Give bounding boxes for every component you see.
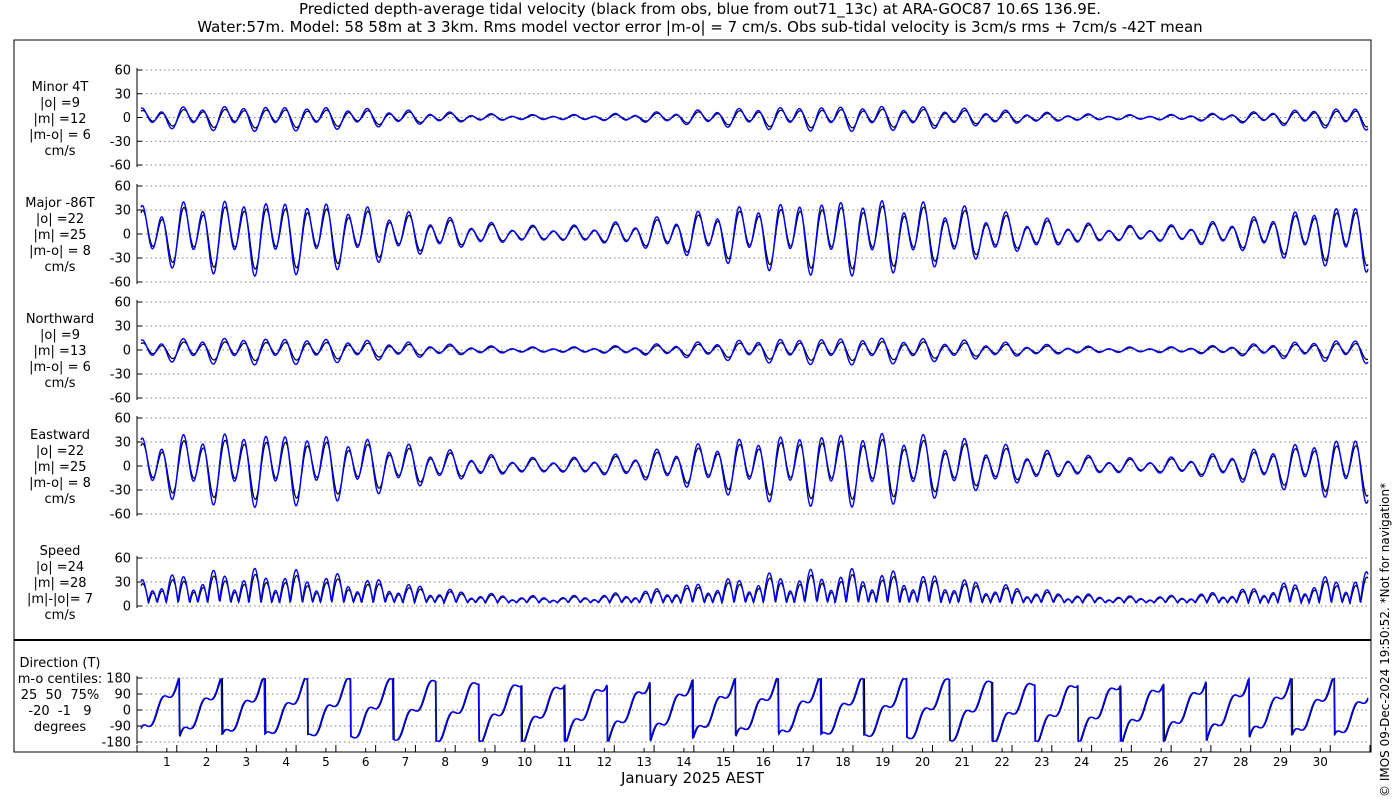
x-tick-label: 20 <box>915 755 930 769</box>
y-tick-label-major: -30 <box>110 252 131 267</box>
panel-label-north: Northward |o| =9 |m| =13 |m-o| = 6 cm/s <box>25 312 95 391</box>
x-tick-label: 29 <box>1273 755 1288 769</box>
x-tick-label: 19 <box>875 755 890 769</box>
y-tick-label-major: 30 <box>114 204 131 219</box>
x-tick-label: 4 <box>282 755 290 769</box>
x-tick-label: 27 <box>1193 755 1208 769</box>
y-tick-label-speed: 60 <box>114 552 131 567</box>
y-tick-label-east: 30 <box>114 436 131 451</box>
panel-label-major: Major -86T |o| =22 |m| =25 |m-o| = 8 cm/… <box>25 196 95 275</box>
x-tick-label: 9 <box>481 755 489 769</box>
tidal-velocity-chart: -60-3003060-60-3003060-60-3003060-60-300… <box>13 39 1372 769</box>
y-tick-label-direction: 0 <box>123 704 131 719</box>
panel-label-east: Eastward |o| =22 |m| =25 |m-o| = 8 cm/s <box>29 428 91 507</box>
y-tick-label-east: 0 <box>123 460 131 475</box>
y-tick-label-direction: 90 <box>114 688 131 703</box>
x-tick-label: 21 <box>955 755 970 769</box>
x-tick-label: 22 <box>994 755 1009 769</box>
credit-text: © IMOS 09-Dec-2024 19:50:52. *Not for na… <box>1378 482 1392 797</box>
y-tick-label-speed: 0 <box>123 600 131 615</box>
y-tick-label-direction: -90 <box>110 720 131 735</box>
x-tick-label: 28 <box>1233 755 1248 769</box>
y-tick-label-minor: 60 <box>114 64 131 79</box>
x-tick-label: 11 <box>557 755 572 769</box>
x-tick-label: 25 <box>1114 755 1129 769</box>
y-tick-label-east: -60 <box>110 508 131 523</box>
upper-frame <box>13 39 1372 641</box>
x-tick-label: 16 <box>756 755 771 769</box>
y-tick-label-minor: -60 <box>110 159 131 174</box>
x-tick-label: 15 <box>716 755 731 769</box>
y-tick-label-minor: 0 <box>123 111 131 126</box>
y-tick-label-major: -60 <box>110 276 131 291</box>
x-tick-label: 5 <box>322 755 330 769</box>
x-tick-label: 13 <box>636 755 651 769</box>
y-tick-label-north: -60 <box>110 392 131 407</box>
x-tick-label: 10 <box>517 755 532 769</box>
x-tick-label: 7 <box>402 755 410 769</box>
panel-label-direction: Direction (T) m-o centiles: 25 50 75% -2… <box>17 656 103 735</box>
x-tick-label: 30 <box>1313 755 1328 769</box>
x-tick-label: 8 <box>441 755 449 769</box>
x-tick-label: 2 <box>203 755 211 769</box>
y-tick-label-north: 60 <box>114 296 131 311</box>
panel-label-minor: Minor 4T |o| =9 |m| =12 |m-o| = 6 cm/s <box>29 80 91 159</box>
x-tick-label: 1 <box>163 755 171 769</box>
y-tick-label-major: 0 <box>123 228 131 243</box>
x-tick-label: 24 <box>1074 755 1089 769</box>
x-tick-label: 12 <box>597 755 612 769</box>
panel-label-speed: Speed |o| =24 |m| =28 |m|-|o|= 7 cm/s <box>26 544 94 623</box>
y-tick-label-direction: -180 <box>101 736 131 751</box>
x-tick-label: 26 <box>1154 755 1169 769</box>
y-tick-label-east: -30 <box>110 484 131 499</box>
y-tick-label-minor: -30 <box>110 135 131 150</box>
x-tick-label: 17 <box>796 755 811 769</box>
x-tick-label: 14 <box>676 755 691 769</box>
x-tick-label: 6 <box>362 755 370 769</box>
y-tick-label-minor: 30 <box>114 87 131 102</box>
x-tick-label: 23 <box>1034 755 1049 769</box>
series-model-north <box>140 337 1369 366</box>
x-tick-label: 3 <box>243 755 251 769</box>
y-tick-label-north: 0 <box>123 344 131 359</box>
y-tick-label-north: 30 <box>114 320 131 335</box>
y-tick-label-north: -30 <box>110 368 131 383</box>
x-tick-label: 18 <box>835 755 850 769</box>
y-tick-label-east: 60 <box>114 412 131 427</box>
y-tick-label-speed: 30 <box>114 576 131 591</box>
series-model-direction <box>140 676 1369 742</box>
y-tick-label-major: 60 <box>114 180 131 195</box>
x-axis-label: January 2025 AEST <box>621 769 764 787</box>
